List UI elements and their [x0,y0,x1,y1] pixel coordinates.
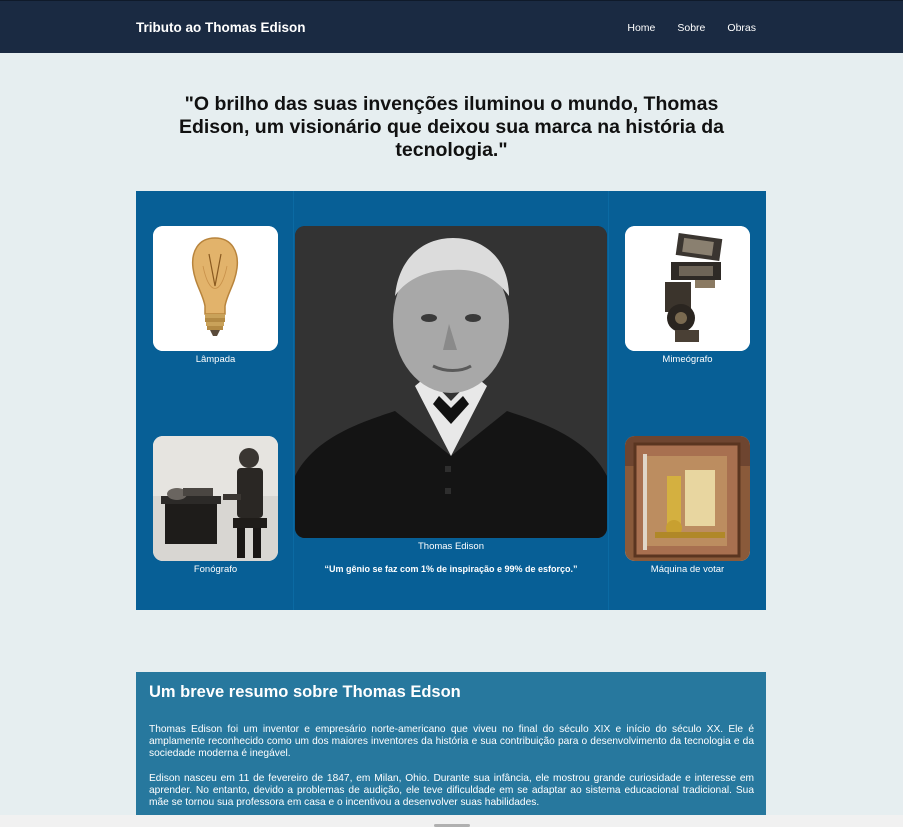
nav-link-sobre[interactable]: Sobre [677,22,705,34]
phonograph-image[interactable] [153,436,278,561]
caption-fonografo: Fonógrafo [193,564,238,575]
column-divider [293,191,294,610]
headline-quote: "O brilho das suas invenções iluminou o … [178,93,725,161]
inventions-gallery: Lâmpada Mimeógrafo Fonógrafo Máquina de … [136,191,766,610]
nav-link-home[interactable]: Home [627,22,655,34]
column-divider [608,191,609,610]
caption-mimeografo: Mimeógrafo [662,354,713,365]
edison-quote: “Um gênio se faz com 1% de inspiração e … [324,564,578,574]
summary-paragraph: Edison nasceu em 11 de fevereiro de 1847… [149,773,754,808]
thomas-edison-portrait[interactable] [295,226,607,538]
mimeograph-image[interactable] [625,226,750,351]
site-brand[interactable]: Tributo ao Thomas Edison [136,20,306,35]
nav-links: Home Sobre Obras [627,22,756,34]
voting-machine-image[interactable] [625,436,750,561]
navbar: Tributo ao Thomas Edison Home Sobre Obra… [0,0,903,53]
caption-lampada: Lâmpada [195,354,236,365]
summary-paragraph: Thomas Edison foi um inventor e empresár… [149,724,754,759]
horizontal-scrollbar[interactable] [0,815,903,827]
caption-maquina-de-votar: Máquina de votar [650,564,725,575]
summary-title: Um breve resumo sobre Thomas Edson [149,683,461,701]
portrait-caption: Thomas Edison [417,541,484,552]
nav-link-obras[interactable]: Obras [727,22,756,34]
summary-section: Um breve resumo sobre Thomas Edson Thoma… [136,672,766,827]
light-bulb-image[interactable] [153,226,278,351]
